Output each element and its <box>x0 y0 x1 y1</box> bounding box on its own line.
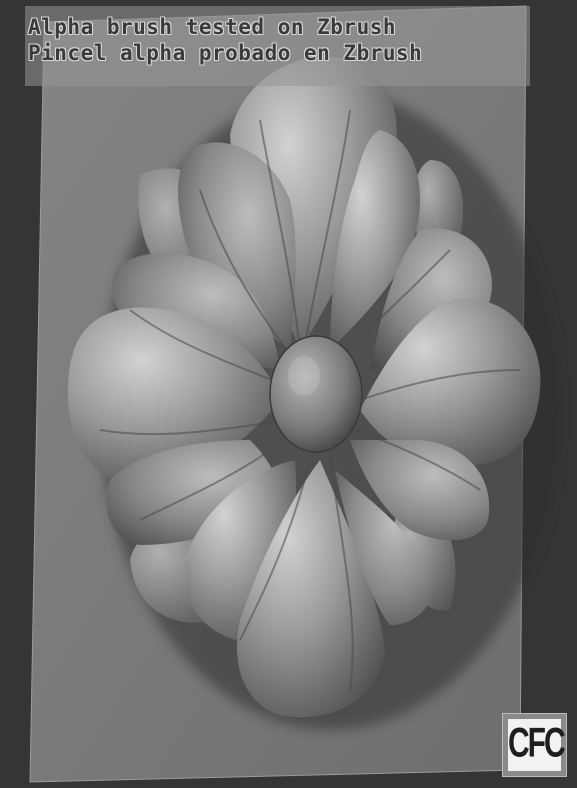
caption-spanish: Pincel alpha probado en Zbrush <box>28 41 423 65</box>
logo-background: CFC <box>508 719 566 771</box>
caption-banner: Alpha brush tested on Zbrush Pincel alph… <box>25 6 530 86</box>
zbrush-render <box>29 5 560 783</box>
flower-center <box>269 335 363 453</box>
cfc-logo: CFC <box>502 713 567 777</box>
caption-english: Alpha brush tested on Zbrush <box>28 15 397 39</box>
logo-text: CFC <box>508 720 566 767</box>
